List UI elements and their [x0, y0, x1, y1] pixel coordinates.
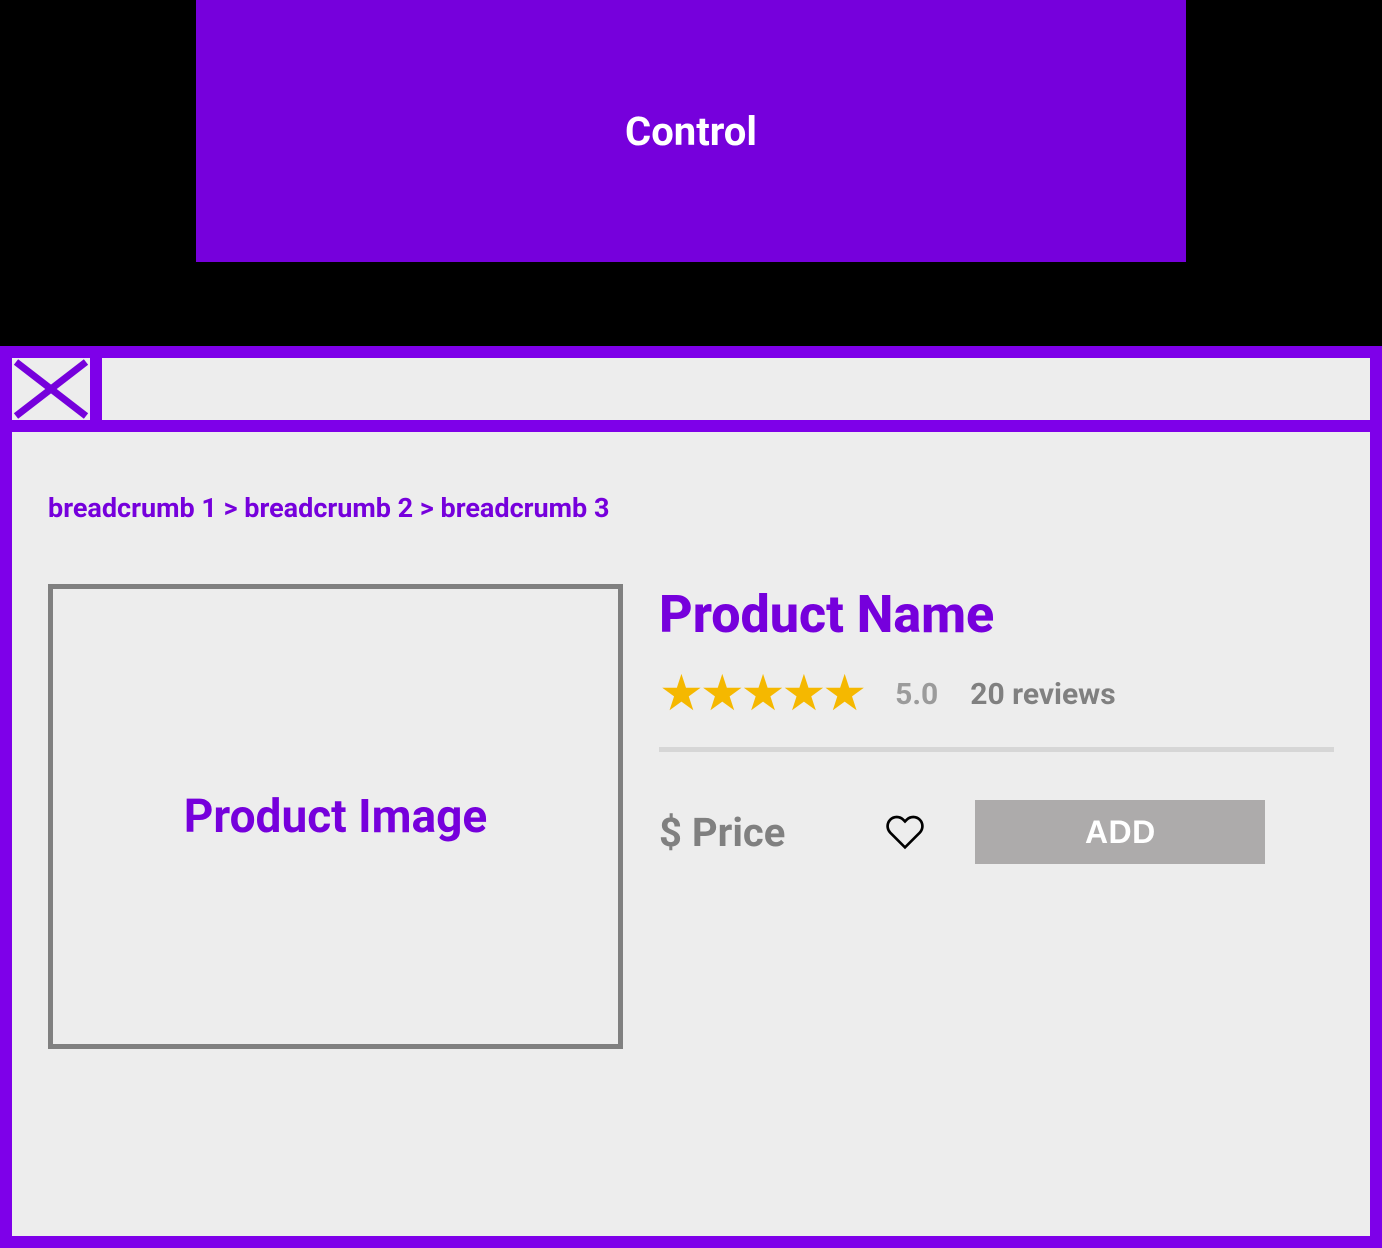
review-count[interactable]: 20 reviews [970, 677, 1115, 712]
product-row: Product Image Product Name ★★★★★ 5.0 20 … [48, 584, 1334, 1049]
favorite-button[interactable] [885, 812, 925, 852]
browser-toolbar [12, 358, 1370, 420]
control-banner: Control [196, 0, 1186, 262]
product-image-label: Product Image [184, 790, 487, 844]
product-details: Product Name ★★★★★ 5.0 20 reviews $ Pric… [659, 584, 1334, 1049]
product-name: Product Name [659, 584, 1334, 645]
top-banner-area: Control [0, 0, 1382, 346]
rating-row: ★★★★★ 5.0 20 reviews [659, 669, 1334, 752]
close-icon [12, 358, 90, 420]
breadcrumb[interactable]: breadcrumb 1 > breadcrumb 2 > breadcrumb… [48, 492, 1334, 524]
heart-icon [885, 812, 925, 852]
close-button[interactable] [12, 358, 90, 420]
page-content: breadcrumb 1 > breadcrumb 2 > breadcrumb… [12, 432, 1370, 1236]
add-button[interactable]: ADD [975, 800, 1265, 864]
control-label: Control [625, 108, 757, 155]
action-row: $ Price ADD [659, 800, 1334, 864]
url-input[interactable] [102, 358, 1370, 420]
browser-frame: breadcrumb 1 > breadcrumb 2 > breadcrumb… [0, 346, 1382, 1248]
price-label: $ Price [659, 809, 785, 856]
rating-value: 5.0 [895, 677, 938, 712]
product-image-placeholder[interactable]: Product Image [48, 584, 623, 1049]
star-icons: ★★★★★ [659, 669, 863, 719]
